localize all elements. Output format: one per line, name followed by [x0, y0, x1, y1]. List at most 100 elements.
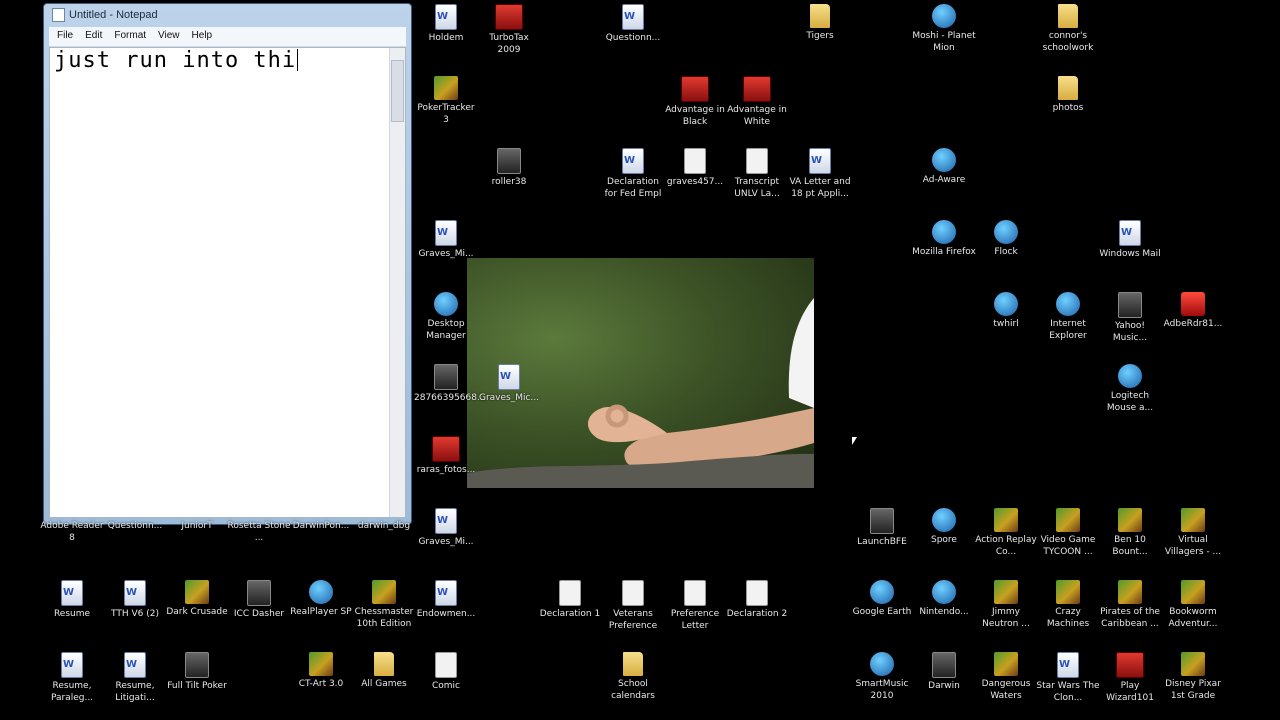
turbotax-icon: [495, 4, 523, 30]
desktop-icon-transcript[interactable]: Transcript UNLV La...: [725, 148, 789, 200]
desktop-icon-spore[interactable]: Spore: [912, 508, 976, 546]
desktop-icon-ben10[interactable]: Ben 10 Bount...: [1098, 508, 1162, 558]
desktop-icon-resume-litigati[interactable]: Resume, Litigati...: [103, 652, 167, 704]
desktop-icon-adobe-rdr[interactable]: AdbeRdr81...: [1161, 292, 1225, 330]
desktop-icon-image-28766[interactable]: 28766395668...: [414, 364, 486, 404]
desktop-icon-juniort[interactable]: JuniorT: [165, 520, 229, 532]
desktop-icon-comic[interactable]: Comic: [414, 652, 478, 692]
app-icon: [932, 652, 956, 678]
desktop-icon-ct-art[interactable]: CT-Art 3.0: [289, 652, 353, 690]
window-title: Untitled - Notepad: [52, 6, 158, 24]
desktop-icon-roller[interactable]: roller38: [477, 148, 541, 188]
desktop-icon-jimmy-neutron[interactable]: Jimmy Neutron ...: [974, 580, 1038, 630]
menu-bar: File Edit Format View Help: [49, 27, 406, 47]
menu-help[interactable]: Help: [180, 27, 213, 41]
desktop-icon-photos[interactable]: photos: [1036, 76, 1100, 114]
desktop-icon-darwin-pon[interactable]: DarwinPon...: [289, 520, 353, 532]
app-icon: [185, 580, 209, 604]
desktop-icon-resume[interactable]: Resume: [40, 580, 104, 620]
desktop-icon-google-earth[interactable]: Google Earth: [850, 580, 914, 618]
desktop-icon-graves457[interactable]: graves457...: [663, 148, 727, 188]
desktop-icon-play-wizard101[interactable]: Play Wizard101: [1098, 652, 1162, 704]
menu-file[interactable]: File: [49, 27, 73, 41]
app-icon: [1118, 580, 1142, 604]
desktop-icon-internet-explorer[interactable]: Internet Explorer: [1036, 292, 1100, 342]
menu-edit[interactable]: Edit: [73, 27, 102, 41]
file-icon: [435, 652, 457, 678]
desktop-icon-endowment[interactable]: Endowmen...: [414, 580, 478, 620]
desktop-icon-questionn-bottom[interactable]: Questionn...: [103, 520, 167, 532]
app-icon: [434, 292, 458, 316]
desktop-icon-icc-dasher[interactable]: ICC Dasher: [227, 580, 291, 620]
image-icon: [432, 436, 460, 462]
desktop-icon-advantage-white[interactable]: Advantage in White: [725, 76, 789, 128]
desktop-icon-adaware[interactable]: Ad-Aware: [912, 148, 976, 186]
desktop-icon-raras-fotos[interactable]: raras_fotos...: [414, 436, 478, 476]
app-icon: [1118, 292, 1142, 318]
desktop-icon-va-letter[interactable]: VA Letter and 18 pt Appli...: [788, 148, 852, 200]
text-editor-area[interactable]: just run into thi: [49, 47, 406, 518]
desktop-icon-desktop-manager[interactable]: Desktop Manager: [414, 292, 478, 342]
desktop-icon-turbotax[interactable]: TurboTax 2009: [477, 4, 541, 56]
desktop-icon-logitech[interactable]: Logitech Mouse a...: [1098, 364, 1162, 414]
desktop-icon-all-games[interactable]: All Games: [352, 652, 416, 690]
desktop-icon-windows-mail[interactable]: Windows Mail: [1098, 220, 1162, 260]
scrollbar-thumb[interactable]: [391, 60, 404, 122]
desktop-icon-veterans-preference[interactable]: Veterans Preference: [601, 580, 665, 632]
desktop-icon-yahoo-music[interactable]: Yahoo! Music...: [1098, 292, 1162, 344]
desktop-icon-firefox[interactable]: Mozilla Firefox: [912, 220, 976, 258]
desktop-icon-moshi[interactable]: Moshi - Planet Mion: [912, 4, 976, 54]
desktop-icon-declaration1[interactable]: Declaration 1: [538, 580, 602, 620]
desktop-icon-graves-mic-1[interactable]: Graves_Mi...: [414, 220, 478, 260]
app-icon: [870, 652, 894, 676]
desktop-icon-adobe-reader8[interactable]: Adobe Reader 8: [40, 520, 104, 544]
desktop-icon-bookworm[interactable]: Bookworm Adventur...: [1161, 580, 1225, 630]
vertical-scrollbar[interactable]: [389, 48, 405, 517]
notepad-window[interactable]: Untitled - Notepad File Edit Format View Hel…: [43, 3, 412, 525]
desktop-icon-darwin-dbg[interactable]: darwin_dbg: [352, 520, 416, 532]
doc-icon: [498, 364, 520, 390]
desktop-icon-rosetta[interactable]: Rosetta Stone ...: [227, 520, 291, 544]
app-icon: [1181, 652, 1205, 676]
doc-icon: [124, 652, 146, 678]
desktop-icon-star-wars[interactable]: Star Wars The Clon...: [1036, 652, 1100, 704]
desktop-icon-flock[interactable]: Flock: [974, 220, 1038, 258]
desktop-icon-chessmaster[interactable]: Chessmaster 10th Edition: [352, 580, 416, 630]
desktop-icon-nintendo[interactable]: Nintendo...: [912, 580, 976, 618]
menu-format[interactable]: Format: [102, 27, 146, 41]
desktop-icon-graves-mic-2[interactable]: Graves_Mic...: [477, 364, 541, 404]
desktop-icon-twhirl[interactable]: twhirl: [974, 292, 1038, 330]
desktop-icon-tth[interactable]: TTH V6 (2): [103, 580, 167, 620]
desktop-icon-advantage-black[interactable]: Advantage in Black: [663, 76, 727, 128]
desktop-icon-pokertracker[interactable]: PokerTracker 3: [414, 76, 478, 126]
desktop-icon-preference-letter[interactable]: Preference Letter: [663, 580, 727, 632]
desktop-icon-disney-pixar[interactable]: Disney Pixar 1st Grade: [1161, 652, 1225, 702]
desktop-icon-full-tilt[interactable]: Full Tilt Poker: [165, 652, 229, 692]
menu-view[interactable]: View: [146, 27, 180, 41]
desktop-icon-realplayer[interactable]: RealPlayer SP: [289, 580, 353, 618]
desktop-icon-school-calendars[interactable]: School calendars: [601, 652, 665, 702]
desktop-icon-dark-crusade[interactable]: Dark Crusade: [165, 580, 229, 618]
pdf-icon: [1181, 292, 1205, 316]
desktop-icon-declaration2[interactable]: Declaration 2: [725, 580, 789, 620]
desktop-icon-virtual-villagers[interactable]: Virtual Villagers - ...: [1161, 508, 1225, 558]
desktop-icon-crazy-machines[interactable]: Crazy Machines: [1036, 580, 1100, 630]
desktop-icon-questionn-top[interactable]: Questionn...: [601, 4, 665, 44]
desktop-icon-pirates[interactable]: Pirates of the Caribbean ...: [1098, 580, 1162, 630]
text-caret: [297, 49, 299, 71]
desktop-icon-launchbfe[interactable]: LaunchBFE: [850, 508, 914, 548]
desktop-icon-connors-schoolwork[interactable]: connor's schoolwork: [1036, 4, 1100, 54]
desktop-icon-video-game-tycoon[interactable]: Video Game TYCOON ...: [1036, 508, 1100, 558]
app-icon: [1056, 508, 1080, 532]
desktop-icon-holdem[interactable]: Holdem: [414, 4, 478, 44]
app-icon: [932, 4, 956, 28]
desktop-icon-tigers[interactable]: Tigers: [788, 4, 852, 42]
desktop-icon-smartmusic[interactable]: SmartMusic 2010: [850, 652, 914, 702]
desktop-icon-graves-mic-3[interactable]: Graves_Mi...: [414, 508, 478, 548]
desktop-icon-dangerous-waters[interactable]: Dangerous Waters: [974, 652, 1038, 702]
desktop-icon-darwin[interactable]: Darwin: [912, 652, 976, 692]
desktop-icon-resume-paraleg[interactable]: Resume, Paraleg...: [40, 652, 104, 704]
desktop-icon-declaration-fed[interactable]: Declaration for Fed Empl: [601, 148, 665, 200]
desktop-icon-action-replay[interactable]: Action Replay Co...: [974, 508, 1038, 558]
doc-icon: [622, 148, 644, 174]
